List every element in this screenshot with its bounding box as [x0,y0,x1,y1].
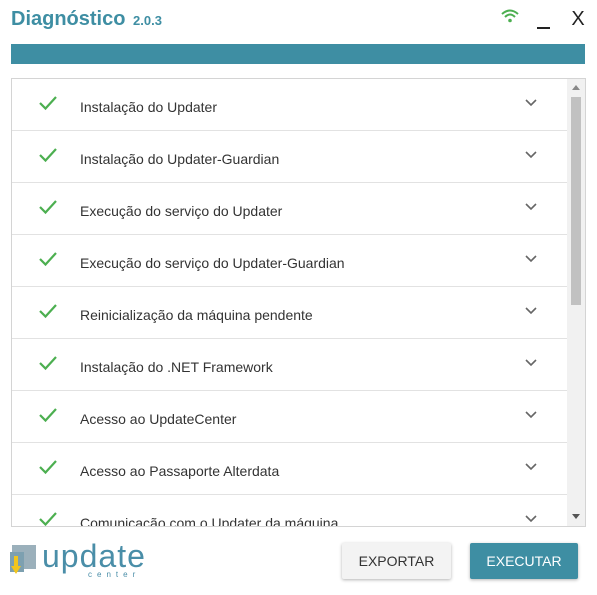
scroll-up-arrow-icon[interactable] [572,85,580,90]
check-icon [39,460,57,475]
chevron-down-icon[interactable] [524,306,538,316]
logo-mark-icon [10,545,36,574]
update-center-logo: update center [10,538,165,582]
check-icon [39,200,57,215]
check-item[interactable]: Instalação do Updater [12,79,567,131]
check-item-label: Execução do serviço do Updater-Guardian [80,255,345,271]
check-icon [39,512,57,526]
check-item[interactable]: Reinicialização da máquina pendente [12,287,567,339]
progress-bar [11,44,585,64]
progress-fill [11,44,585,64]
check-item-label: Execução do serviço do Updater [80,203,283,219]
app-version: 2.0.3 [133,13,162,28]
check-item[interactable]: Comunicação com o Updater da máquina [12,495,567,527]
check-icon [39,148,57,163]
chevron-down-icon[interactable] [524,514,538,524]
run-button[interactable]: EXECUTAR [470,543,578,579]
logo-subword: center [88,570,141,579]
vertical-scrollbar[interactable] [567,79,585,526]
check-item[interactable]: Execução do serviço do Updater-Guardian [12,235,567,287]
check-icon [39,356,57,371]
checks-panel: Instalação do Updater Instalação do Updat… [11,78,586,527]
export-button[interactable]: EXPORTAR [342,543,451,579]
minimize-button[interactable] [534,8,554,32]
app-title-text: Diagnóstico [11,8,126,30]
check-icon [39,304,57,319]
app-title: Diagnóstico 2.0.3 [11,8,162,31]
check-item[interactable]: Execução do serviço do Updater [12,183,567,235]
check-item-label: Comunicação com o Updater da máquina [80,515,339,527]
title-bar: Diagnóstico 2.0.3 X [0,0,597,40]
close-button[interactable]: X [568,6,588,32]
chevron-down-icon[interactable] [524,98,538,108]
chevron-down-icon[interactable] [524,202,538,212]
check-icon [39,252,57,267]
check-item-label: Reinicialização da máquina pendente [80,307,313,323]
check-item-label: Acesso ao Passaporte Alterdata [80,463,280,479]
wifi-icon [501,9,519,23]
check-icon [39,96,57,111]
scroll-down-arrow-icon[interactable] [572,514,580,519]
check-item-label: Acesso ao UpdateCenter [80,411,237,427]
scroll-thumb[interactable] [571,97,581,305]
chevron-down-icon[interactable] [524,150,538,160]
checks-list: Instalação do Updater Instalação do Updat… [12,79,567,527]
chevron-down-icon[interactable] [524,462,538,472]
check-item-label: Instalação do Updater [80,99,217,115]
check-item-label: Instalação do Updater-Guardian [80,151,280,167]
check-item[interactable]: Instalação do .NET Framework [12,339,567,391]
chevron-down-icon[interactable] [524,254,538,264]
check-item[interactable]: Instalação do Updater-Guardian [12,131,567,183]
check-item[interactable]: Acesso ao Passaporte Alterdata [12,443,567,495]
chevron-down-icon[interactable] [524,358,538,368]
chevron-down-icon[interactable] [524,410,538,420]
check-icon [39,408,57,423]
check-item[interactable]: Acesso ao UpdateCenter [12,391,567,443]
check-item-label: Instalação do .NET Framework [80,359,273,375]
